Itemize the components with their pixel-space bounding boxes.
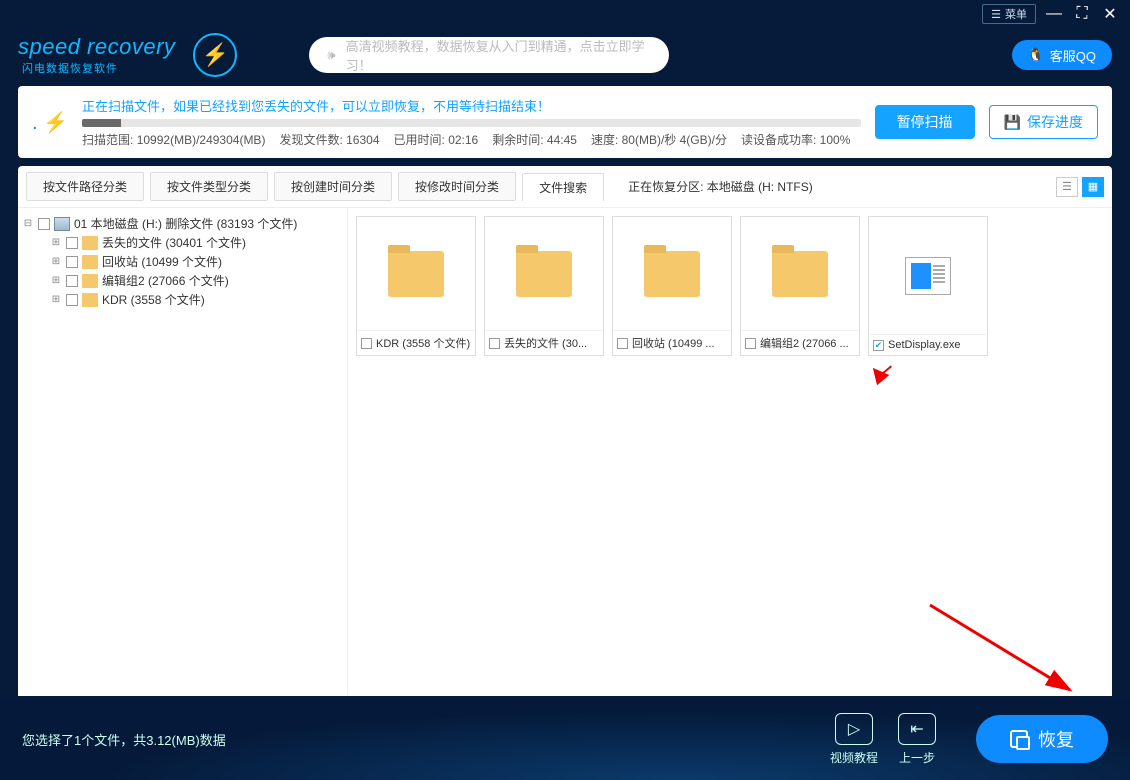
grid-view-button[interactable]: ▦ bbox=[1082, 177, 1104, 197]
folder-tree: ⊟ 01 本地磁盘 (H:) 删除文件 (83193 个文件) ⊞丢失的文件 (… bbox=[18, 208, 348, 696]
checkbox[interactable] bbox=[38, 218, 50, 230]
checkbox[interactable] bbox=[66, 275, 78, 287]
tutorial-link[interactable]: 🕪 高清视频教程，数据恢复从入门到精通，点击立即学习！ bbox=[309, 37, 669, 73]
menu-label: 菜单 bbox=[1005, 6, 1027, 22]
folder-icon bbox=[82, 274, 98, 288]
maximize-button[interactable]: ⛶ bbox=[1072, 5, 1092, 23]
folder-icon bbox=[388, 251, 444, 297]
selection-summary: 您选择了1个文件，共3.12(MB)数据 bbox=[22, 730, 226, 749]
checkbox[interactable] bbox=[66, 294, 78, 306]
tree-item[interactable]: ⊞回收站 (10499 个文件) bbox=[50, 252, 343, 271]
checkbox[interactable] bbox=[66, 256, 78, 268]
play-icon: ▷ bbox=[835, 713, 873, 745]
back-icon: ⇤ bbox=[898, 713, 936, 745]
tab-file-search[interactable]: 文件搜索 bbox=[522, 173, 604, 202]
qq-label: 客服QQ bbox=[1050, 46, 1096, 65]
pause-scan-button[interactable]: 暂停扫描 bbox=[875, 105, 975, 139]
exe-icon bbox=[905, 257, 951, 295]
tab-by-created[interactable]: 按创建时间分类 bbox=[274, 172, 392, 201]
checkbox[interactable] bbox=[745, 338, 756, 349]
tree-item[interactable]: ⊞丢失的文件 (30401 个文件) bbox=[50, 233, 343, 252]
minimize-button[interactable]: — bbox=[1044, 5, 1064, 23]
folder-icon bbox=[82, 293, 98, 307]
grid-tile-file[interactable]: ✔SetDisplay.exe bbox=[868, 216, 988, 356]
tab-by-path[interactable]: 按文件路径分类 bbox=[26, 172, 144, 201]
grid-tile-folder[interactable]: 回收站 (10499 ... bbox=[612, 216, 732, 356]
save-progress-button[interactable]: 💾 保存进度 bbox=[989, 105, 1098, 139]
file-grid: KDR (3558 个文件) 丢失的文件 (30... 回收站 (10499 .… bbox=[348, 208, 1112, 696]
tree-item[interactable]: ⊞KDR (3558 个文件) bbox=[50, 290, 343, 309]
expand-icon[interactable]: ⊞ bbox=[50, 256, 62, 267]
scan-icon: . ⚡ bbox=[32, 110, 68, 135]
list-view-button[interactable]: ☰ bbox=[1056, 177, 1078, 197]
expand-icon[interactable]: ⊞ bbox=[50, 294, 62, 305]
checkbox[interactable] bbox=[66, 237, 78, 249]
folder-icon bbox=[82, 255, 98, 269]
speaker-icon: 🕪 bbox=[327, 47, 335, 63]
checkbox[interactable] bbox=[361, 338, 372, 349]
video-tutorial-button[interactable]: ▷ 视频教程 bbox=[830, 713, 878, 766]
collapse-icon[interactable]: ⊟ bbox=[22, 218, 34, 229]
folder-icon bbox=[772, 251, 828, 297]
save-icon: 💾 bbox=[1004, 114, 1021, 131]
expand-icon[interactable]: ⊞ bbox=[50, 237, 62, 248]
customer-service-button[interactable]: 🐧 客服QQ bbox=[1012, 40, 1112, 70]
app-logo: speed recovery 闪电数据恢复软件 bbox=[18, 34, 175, 76]
folder-icon bbox=[644, 251, 700, 297]
back-button[interactable]: ⇤ 上一步 bbox=[898, 713, 936, 766]
grid-tile-folder[interactable]: 丢失的文件 (30... bbox=[484, 216, 604, 356]
recover-icon bbox=[1010, 730, 1028, 748]
logo-sub: 闪电数据恢复软件 bbox=[22, 60, 175, 76]
folder-icon bbox=[516, 251, 572, 297]
grid-tile-folder[interactable]: KDR (3558 个文件) bbox=[356, 216, 476, 356]
grid-tile-folder[interactable]: 编辑组2 (27066 ... bbox=[740, 216, 860, 356]
tree-item[interactable]: ⊞编辑组2 (27066 个文件) bbox=[50, 271, 343, 290]
folder-icon bbox=[82, 236, 98, 250]
close-button[interactable]: ✕ bbox=[1100, 4, 1120, 24]
expand-icon[interactable]: ⊞ bbox=[50, 275, 62, 286]
checkbox[interactable] bbox=[617, 338, 628, 349]
tab-by-type[interactable]: 按文件类型分类 bbox=[150, 172, 268, 201]
scan-status-panel: . ⚡ 正在扫描文件，如果已经找到您丢失的文件，可以立即恢复，不用等待扫描结束！… bbox=[18, 86, 1112, 158]
drive-icon bbox=[54, 217, 70, 231]
tab-by-modified[interactable]: 按修改时间分类 bbox=[398, 172, 516, 201]
scan-message: 正在扫描文件，如果已经找到您丢失的文件，可以立即恢复，不用等待扫描结束！ bbox=[82, 96, 861, 115]
partition-label: 正在恢复分区: 本地磁盘 (H: NTFS) bbox=[628, 178, 813, 195]
menu-button[interactable]: ☰ 菜单 bbox=[982, 4, 1036, 24]
checkbox[interactable] bbox=[489, 338, 500, 349]
checkbox-checked[interactable]: ✔ bbox=[873, 340, 884, 351]
logo-main: speed recovery bbox=[18, 34, 175, 60]
scan-progress bbox=[82, 119, 861, 127]
recover-button[interactable]: 恢复 bbox=[976, 715, 1108, 763]
annotation-arrow-icon bbox=[867, 363, 890, 386]
qq-icon: 🐧 bbox=[1028, 47, 1044, 63]
tree-root[interactable]: ⊟ 01 本地磁盘 (H:) 删除文件 (83193 个文件) bbox=[22, 214, 343, 233]
tutorial-text: 高清视频教程，数据恢复从入门到精通，点击立即学习！ bbox=[346, 36, 652, 74]
logo-bolt-icon: ⚡ bbox=[193, 33, 237, 77]
